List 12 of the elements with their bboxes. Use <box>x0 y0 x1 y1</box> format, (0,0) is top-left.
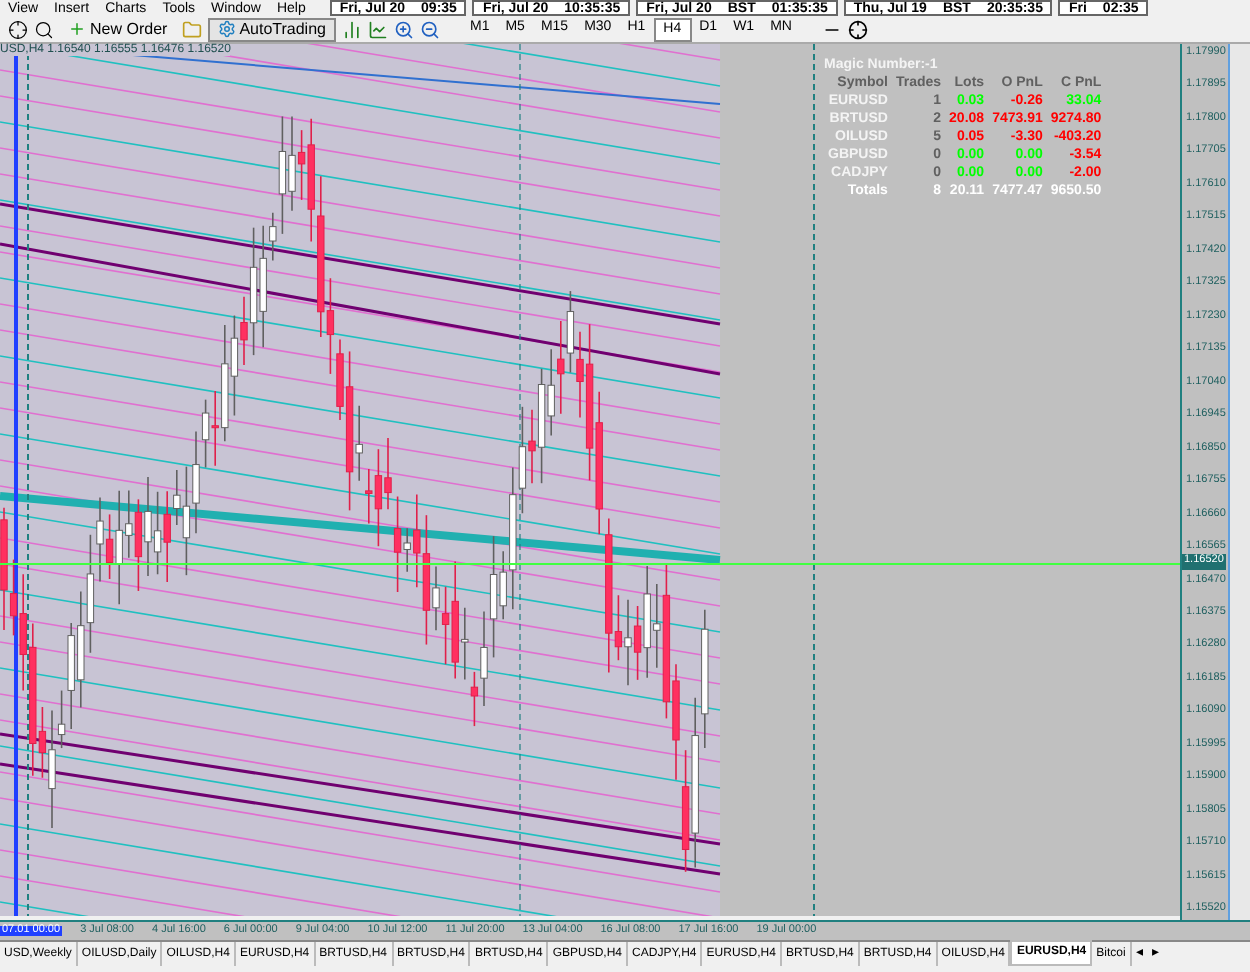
zoom-in-icon[interactable] <box>393 19 414 39</box>
zoom-icon[interactable] <box>34 19 54 39</box>
new-order-button[interactable]: New Order <box>60 17 176 41</box>
bar-chart-icon[interactable] <box>341 19 362 39</box>
line-chart-icon[interactable] <box>367 19 388 39</box>
scrollbar[interactable] <box>1228 44 1250 920</box>
crosshair-icon[interactable] <box>847 19 868 39</box>
zoom-out-icon[interactable] <box>419 19 440 39</box>
gear-icon <box>217 20 236 38</box>
plus-icon <box>68 20 86 38</box>
auto-trading-button[interactable]: AutoTrading <box>207 17 336 41</box>
crosshair-icon[interactable] <box>8 19 28 39</box>
